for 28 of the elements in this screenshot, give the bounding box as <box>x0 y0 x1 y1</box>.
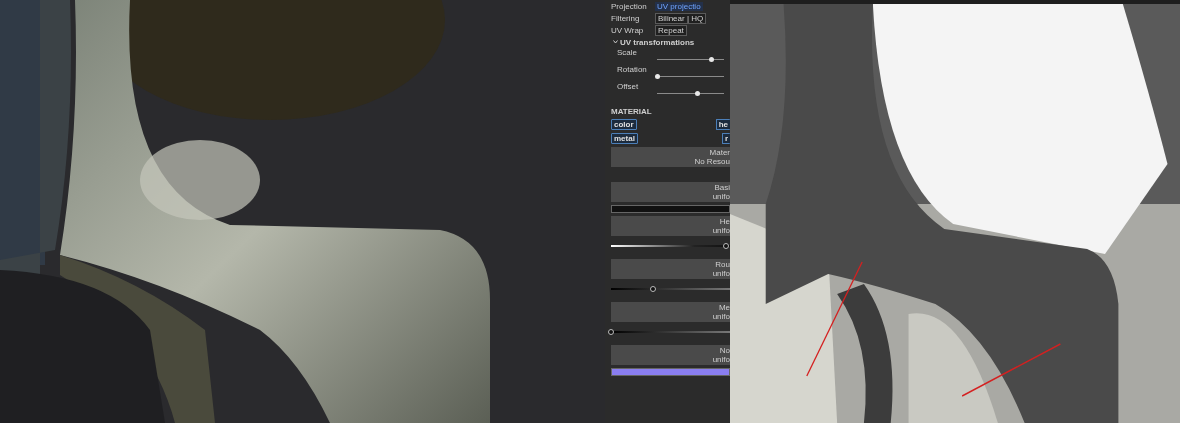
property-value[interactable]: UV projectio <box>655 1 703 11</box>
section-title: MATERIAL <box>611 107 653 118</box>
slider-thumb[interactable] <box>723 243 730 249</box>
slider-thumb[interactable] <box>655 74 660 79</box>
channel-tag[interactable]: metal <box>611 133 638 144</box>
property-label: UV Wrap <box>611 25 645 35</box>
property-label: Projection <box>611 1 648 11</box>
map-slot[interactable]: Me unifo <box>611 302 730 322</box>
channel-tag[interactable]: color <box>611 119 637 130</box>
property-label: Filtering <box>611 13 641 23</box>
slider-label: Rotation <box>617 65 648 74</box>
map-slot[interactable]: He unifo <box>611 216 730 236</box>
slider-thumb[interactable] <box>608 329 614 335</box>
section-header[interactable]: UV transformations <box>613 36 730 48</box>
slider-thumb[interactable] <box>708 57 714 62</box>
material-slot[interactable]: Mater No Resou <box>611 147 730 167</box>
slider-label: Offset <box>617 82 640 91</box>
slider-thumb[interactable] <box>649 286 656 292</box>
property-value[interactable]: Bilinear | HQ <box>655 12 707 24</box>
color-swatch[interactable] <box>611 205 730 213</box>
channel-tag[interactable]: he <box>715 119 730 130</box>
map-slot[interactable]: Basi unifo <box>611 182 730 202</box>
map-slot[interactable]: Rou unifo <box>611 259 730 279</box>
map-slot[interactable]: No unifo <box>611 345 730 365</box>
slider-thumb[interactable] <box>695 91 701 96</box>
slider-label: Scale <box>617 48 638 57</box>
property-value[interactable]: Repeat <box>655 24 687 36</box>
color-swatch[interactable] <box>611 368 730 376</box>
